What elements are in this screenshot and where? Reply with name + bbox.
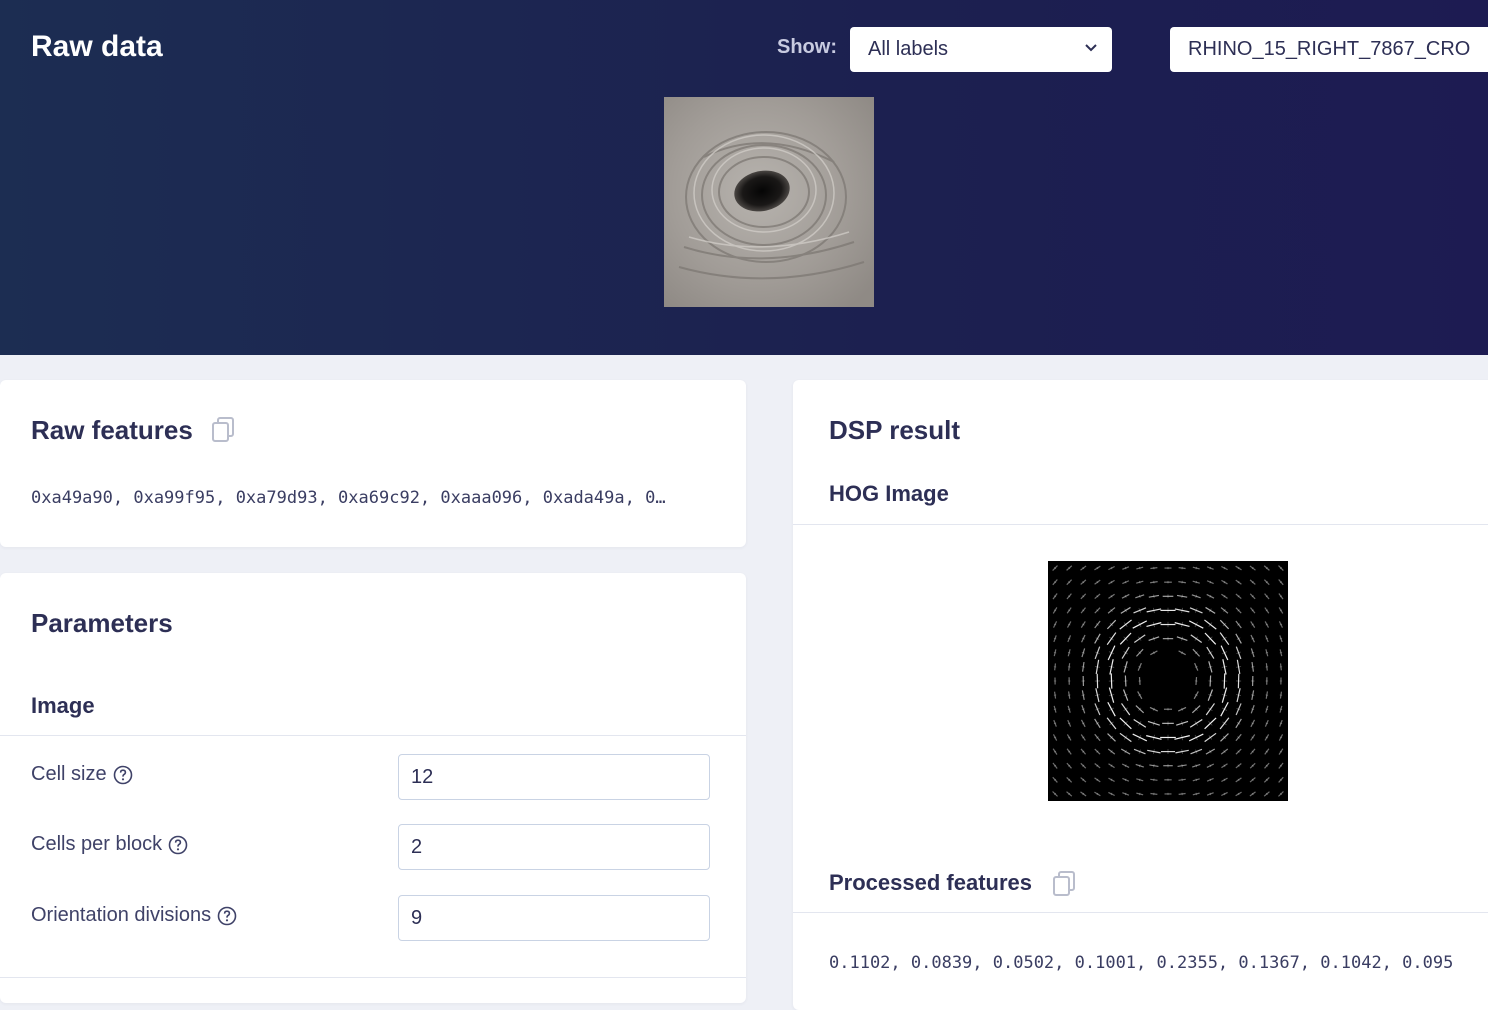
processed-features-values: 0.1102, 0.0839, 0.0502, 0.1001, 0.2355, … bbox=[829, 953, 1488, 973]
hog-stroke bbox=[1280, 638, 1282, 639]
image-section-title: Image bbox=[31, 693, 95, 719]
orientation-divisions-label-text: Orientation divisions bbox=[31, 904, 211, 927]
hog-stroke bbox=[1154, 595, 1155, 599]
parameters-card: Parameters Image Cell size 12 Cells per … bbox=[0, 573, 746, 1003]
hog-stroke bbox=[1266, 638, 1268, 639]
hog-stroke bbox=[1139, 595, 1140, 598]
hog-stroke bbox=[1196, 581, 1197, 583]
cell-size-label-text: Cell size bbox=[31, 763, 107, 786]
hog-stroke bbox=[1125, 779, 1126, 781]
hog-stroke bbox=[1139, 793, 1140, 795]
orientation-divisions-input[interactable]: 9 bbox=[398, 895, 710, 941]
hog-stroke bbox=[1082, 638, 1085, 639]
hog-stroke bbox=[1251, 695, 1254, 696]
label-filter-select[interactable]: All labels bbox=[850, 27, 1112, 72]
hog-stroke bbox=[1266, 652, 1268, 653]
hog-stroke bbox=[1236, 695, 1241, 696]
copy-icon[interactable] bbox=[1052, 871, 1076, 897]
section-divider bbox=[0, 735, 746, 736]
cells-per-block-input[interactable]: 2 bbox=[398, 824, 710, 870]
hog-stroke bbox=[1138, 666, 1141, 667]
hog-stroke bbox=[1196, 764, 1197, 767]
hog-stroke bbox=[1082, 652, 1085, 653]
hog-stroke bbox=[1139, 581, 1140, 583]
hog-stroke bbox=[1251, 638, 1254, 639]
hog-stroke bbox=[1208, 666, 1212, 667]
cell-size-label: Cell size bbox=[31, 763, 133, 786]
raw-features-title: Raw features bbox=[31, 415, 193, 446]
hog-stroke bbox=[1082, 709, 1085, 710]
hog-stroke bbox=[1266, 709, 1268, 710]
hog-stroke bbox=[1139, 779, 1140, 781]
hog-stroke bbox=[1068, 709, 1070, 710]
raw-features-values: 0xa49a90, 0xa99f95, 0xa79d93, 0xa69c92, … bbox=[31, 488, 721, 508]
hog-stroke bbox=[1068, 652, 1070, 653]
page-title: Raw data bbox=[31, 30, 163, 64]
hog-stroke bbox=[1280, 652, 1282, 653]
processed-features-title: Processed features bbox=[829, 870, 1032, 896]
hog-divider bbox=[793, 524, 1488, 525]
hog-stroke bbox=[1153, 608, 1154, 613]
hog-stroke bbox=[1095, 695, 1100, 696]
hog-image bbox=[1048, 561, 1288, 801]
show-label: Show: bbox=[777, 36, 837, 59]
help-circle-icon[interactable] bbox=[217, 906, 237, 926]
hog-stroke bbox=[1124, 666, 1128, 667]
hog-stroke bbox=[1139, 764, 1140, 767]
hog-stroke bbox=[1182, 749, 1183, 754]
help-circle-icon[interactable] bbox=[168, 835, 188, 855]
hog-image-title: HOG Image bbox=[829, 481, 949, 507]
sample-select[interactable]: RHINO_15_RIGHT_7867_CRO bbox=[1170, 27, 1488, 72]
hog-stroke bbox=[1125, 567, 1126, 569]
hog-stroke bbox=[1082, 695, 1085, 696]
hog-stroke bbox=[1196, 793, 1197, 795]
hog-stroke bbox=[1251, 652, 1254, 653]
bottom-divider bbox=[0, 977, 746, 978]
hog-stroke bbox=[1153, 749, 1154, 754]
processed-divider bbox=[793, 912, 1488, 913]
raw-features-card: Raw features 0xa49a90, 0xa99f95, 0xa79d9… bbox=[0, 380, 746, 547]
hog-stroke bbox=[1182, 608, 1183, 613]
hog-stroke bbox=[1210, 779, 1211, 781]
chevron-down-icon bbox=[1084, 43, 1098, 53]
copy-icon[interactable] bbox=[211, 417, 235, 443]
cells-per-block-label: Cells per block bbox=[31, 833, 188, 856]
hog-stroke bbox=[1095, 666, 1100, 667]
hog-stroke bbox=[1182, 764, 1183, 767]
hog-stroke bbox=[1068, 638, 1070, 639]
hog-stroke bbox=[1154, 764, 1155, 767]
hog-stroke bbox=[1251, 709, 1254, 710]
hog-stroke bbox=[1196, 595, 1197, 598]
hog-stroke bbox=[1196, 567, 1197, 569]
header: Raw data Show: All labels RHINO_15_RIGHT… bbox=[0, 0, 1488, 355]
help-circle-icon[interactable] bbox=[113, 765, 133, 785]
orientation-divisions-label: Orientation divisions bbox=[31, 904, 237, 927]
label-filter-value: All labels bbox=[868, 38, 948, 60]
hog-stroke bbox=[1125, 793, 1126, 795]
hog-stroke bbox=[1195, 666, 1198, 667]
hog-stroke bbox=[1210, 793, 1211, 795]
hog-stroke bbox=[1109, 666, 1114, 667]
hog-stroke bbox=[1054, 638, 1056, 639]
hog-stroke bbox=[1210, 567, 1211, 569]
hog-stroke bbox=[1139, 567, 1140, 569]
hog-stroke bbox=[1280, 723, 1282, 724]
hog-stroke bbox=[1054, 652, 1056, 653]
hog-stroke bbox=[1054, 723, 1056, 724]
hog-stroke bbox=[1196, 779, 1197, 781]
sample-select-value: RHINO_15_RIGHT_7867_CRO bbox=[1188, 38, 1470, 60]
hog-stroke bbox=[1054, 709, 1056, 710]
hog-stroke bbox=[1236, 666, 1241, 667]
cells-per-block-label-text: Cells per block bbox=[31, 833, 162, 856]
cell-size-input[interactable]: 12 bbox=[398, 754, 710, 800]
sample-image bbox=[664, 97, 874, 307]
hog-stroke bbox=[1182, 595, 1183, 599]
dsp-result-title: DSP result bbox=[829, 415, 960, 446]
hog-stroke bbox=[1280, 709, 1282, 710]
hog-stroke bbox=[1222, 666, 1227, 667]
parameters-title: Parameters bbox=[31, 608, 173, 639]
